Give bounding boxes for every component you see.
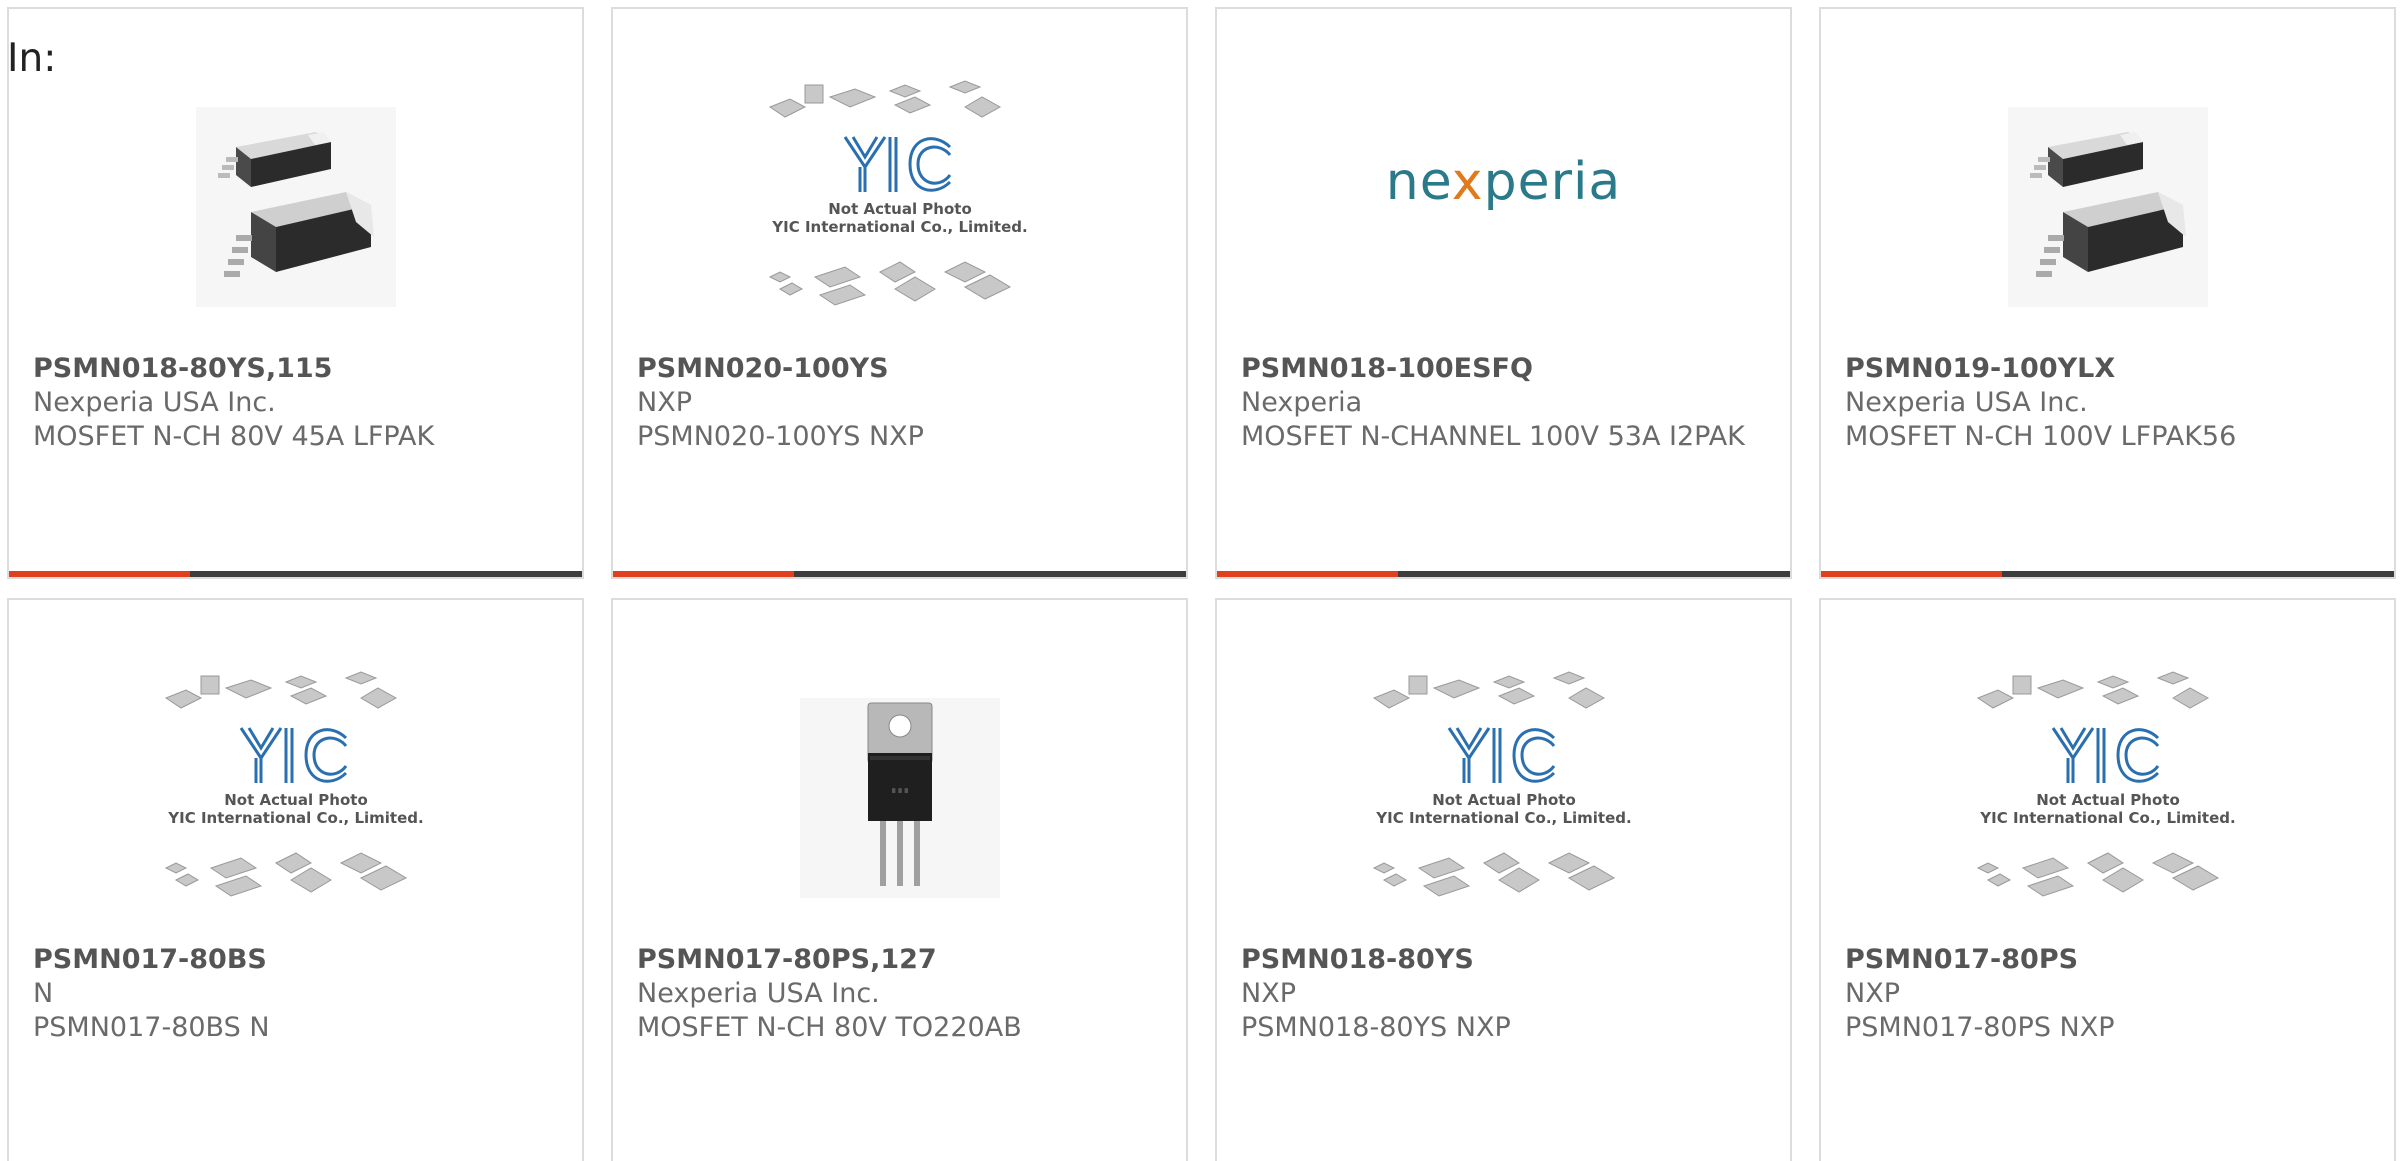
card-bar (613, 571, 1186, 577)
yic-placeholder-icon: Not Actual Photo YIC International Co., … (768, 80, 1027, 306)
manufacturer: NXP (1845, 978, 1900, 1009)
product-image-lfpak[interactable] (1821, 57, 2394, 357)
description: PSMN017-80PS NXP (1845, 1012, 2115, 1043)
placeholder-line2: YIC International Co., Limited. (167, 809, 423, 827)
placeholder-line2: YIC International Co., Limited. (1375, 809, 1631, 827)
placeholder-line2: YIC International Co., Limited. (771, 218, 1027, 236)
product-image-nexperia-logo[interactable]: nexperia (1217, 57, 1790, 307)
placeholder-line1: Not Actual Photo (2036, 791, 2180, 809)
part-number[interactable]: PSMN018-80YS,115 (33, 352, 558, 386)
yic-placeholder-icon: Not Actual Photo YIC International Co., … (1976, 671, 2235, 897)
part-number[interactable]: PSMN018-100ESFQ (1241, 352, 1766, 386)
product-image-to220[interactable]: ∎∎∎ (613, 648, 1186, 948)
product-info: PSMN019-100YLX Nexperia USA Inc. MOSFET … (1845, 352, 2370, 454)
card-bar (9, 571, 582, 577)
part-number[interactable]: PSMN017-80BS (33, 943, 558, 977)
card-bar (1217, 571, 1790, 577)
description: MOSFET N-CH 80V 45A LFPAK (33, 421, 435, 452)
placeholder-line1: Not Actual Photo (1432, 791, 1576, 809)
lfpak-package-icon (195, 107, 396, 307)
logo-x: x (1451, 152, 1484, 212)
product-info: PSMN020-100YS NXP PSMN020-100YS NXP (637, 352, 1162, 454)
product-card[interactable]: Not Actual Photo YIC International Co., … (1215, 598, 1792, 1161)
page-label: In: (7, 36, 57, 81)
yic-placeholder-icon: Not Actual Photo YIC International Co., … (164, 671, 423, 897)
product-info: PSMN017-80BS N PSMN017-80BS N (33, 943, 558, 1045)
description: PSMN017-80BS N (33, 1012, 270, 1043)
card-bar (1821, 571, 2394, 577)
description: MOSFET N-CHANNEL 100V 53A I2PAK (1241, 421, 1745, 452)
product-info: PSMN018-80YS,115 Nexperia USA Inc. MOSFE… (33, 352, 558, 454)
to220-package-icon: ∎∎∎ (799, 698, 1000, 898)
part-number[interactable]: PSMN019-100YLX (1845, 352, 2370, 386)
product-card[interactable]: Not Actual Photo YIC International Co., … (611, 7, 1188, 579)
product-card[interactable]: PSMN019-100YLX Nexperia USA Inc. MOSFET … (1819, 7, 2396, 579)
product-info: PSMN018-80YS NXP PSMN018-80YS NXP (1241, 943, 1766, 1045)
product-image-placeholder[interactable]: Not Actual Photo YIC International Co., … (9, 648, 582, 948)
product-image-placeholder[interactable]: Not Actual Photo YIC International Co., … (1821, 648, 2394, 948)
manufacturer: Nexperia USA Inc. (33, 387, 276, 418)
product-info: PSMN017-80PS NXP PSMN017-80PS NXP (1845, 943, 2370, 1045)
placeholder-line1: Not Actual Photo (828, 200, 972, 218)
card-bar-accent (1217, 571, 1398, 577)
product-image-placeholder[interactable]: Not Actual Photo YIC International Co., … (613, 57, 1186, 357)
product-grid-page: In: PSMN018-80YS,115 Nexperia USA Inc. M… (0, 0, 2400, 1161)
description: MOSFET N-CH 80V TO220AB (637, 1012, 1022, 1043)
svg-text:∎∎∎: ∎∎∎ (890, 785, 909, 796)
product-card[interactable]: PSMN018-80YS,115 Nexperia USA Inc. MOSFE… (7, 7, 584, 579)
manufacturer: N (33, 978, 54, 1009)
description: PSMN020-100YS NXP (637, 421, 924, 452)
logo-prefix: ne (1385, 152, 1452, 212)
yic-placeholder-icon: Not Actual Photo YIC International Co., … (1372, 671, 1631, 897)
product-card[interactable]: nexperia PSMN018-100ESFQ Nexperia MOSFET… (1215, 7, 1792, 579)
logo-suffix: peria (1483, 152, 1622, 212)
card-bar-accent (9, 571, 190, 577)
card-bar-accent (1821, 571, 2002, 577)
description: PSMN018-80YS NXP (1241, 1012, 1511, 1043)
placeholder-line2: YIC International Co., Limited. (1979, 809, 2235, 827)
manufacturer: Nexperia USA Inc. (637, 978, 880, 1009)
product-card[interactable]: Not Actual Photo YIC International Co., … (7, 598, 584, 1161)
product-card[interactable]: Not Actual Photo YIC International Co., … (1819, 598, 2396, 1161)
nexperia-logo: nexperia (1386, 152, 1622, 212)
product-image-lfpak[interactable] (9, 57, 582, 357)
manufacturer: NXP (637, 387, 692, 418)
product-info: PSMN018-100ESFQ Nexperia MOSFET N-CHANNE… (1241, 352, 1766, 454)
part-number[interactable]: PSMN018-80YS (1241, 943, 1766, 977)
placeholder-line1: Not Actual Photo (224, 791, 368, 809)
part-number[interactable]: PSMN017-80PS,127 (637, 943, 1162, 977)
manufacturer: Nexperia USA Inc. (1845, 387, 2088, 418)
product-image-placeholder[interactable]: Not Actual Photo YIC International Co., … (1217, 648, 1790, 948)
part-number[interactable]: PSMN020-100YS (637, 352, 1162, 386)
product-card[interactable]: ∎∎∎ PSMN017-80PS,127 Nexperia USA Inc. M… (611, 598, 1188, 1161)
manufacturer: NXP (1241, 978, 1296, 1009)
manufacturer: Nexperia (1241, 387, 1363, 418)
part-number[interactable]: PSMN017-80PS (1845, 943, 2370, 977)
card-bar-accent (613, 571, 794, 577)
lfpak-package-icon (2007, 107, 2208, 307)
description: MOSFET N-CH 100V LFPAK56 (1845, 421, 2237, 452)
product-info: PSMN017-80PS,127 Nexperia USA Inc. MOSFE… (637, 943, 1162, 1045)
